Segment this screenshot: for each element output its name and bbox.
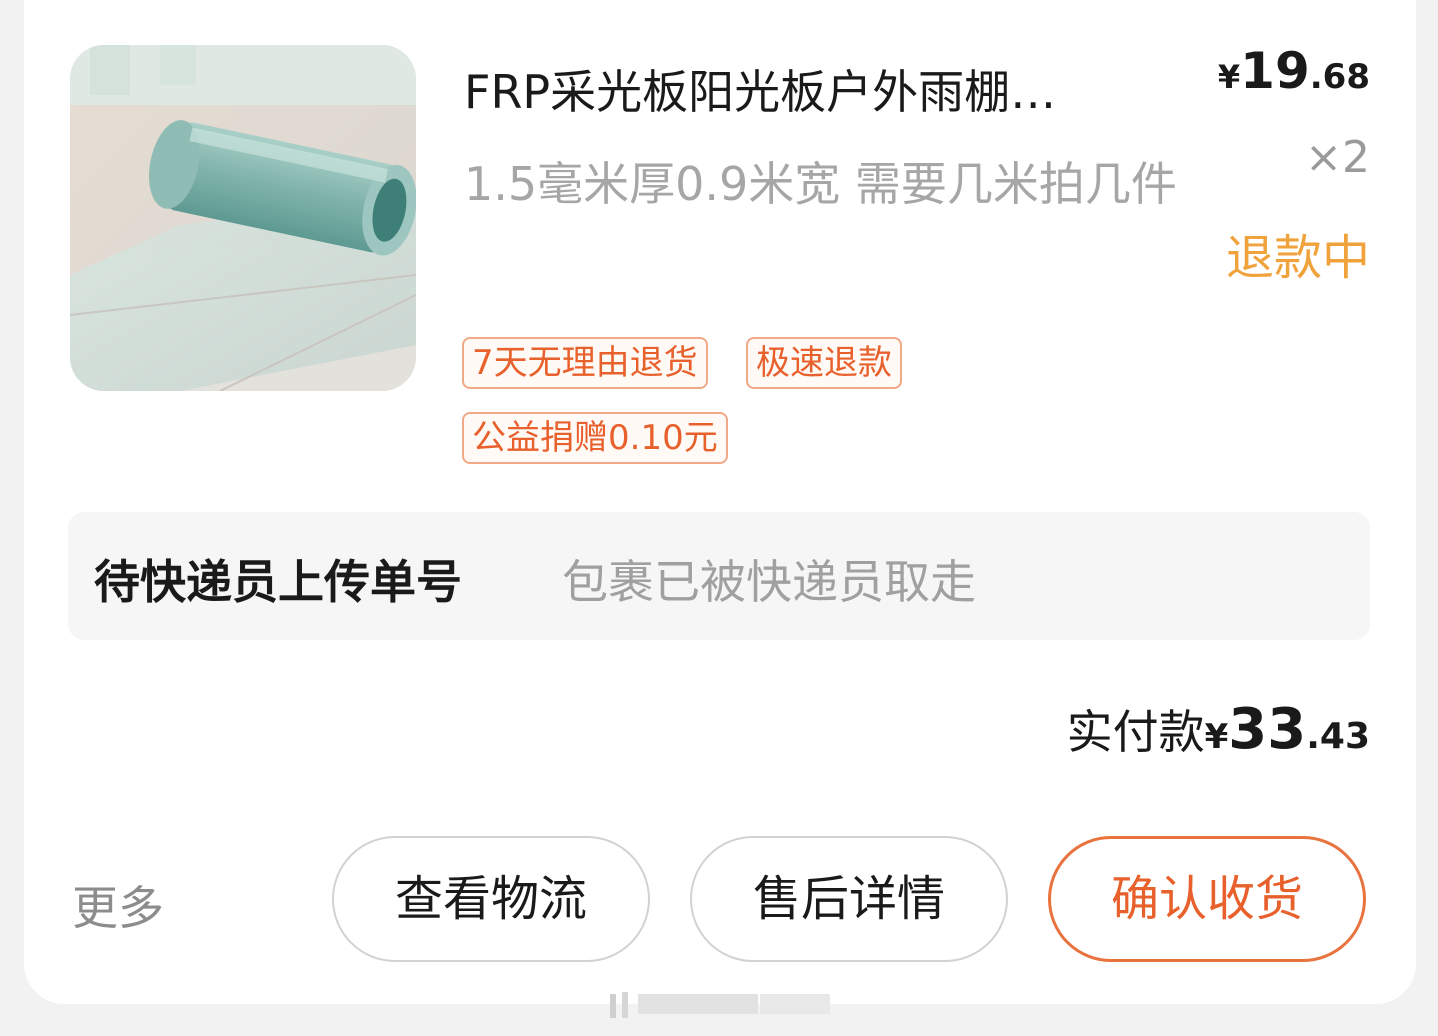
after-sales-details-button[interactable]: 售后详情 [690,836,1008,962]
product-image[interactable] [70,45,416,391]
more-button[interactable]: 更多 [72,872,164,938]
tag-fast-refund: 极速退款 [746,337,902,389]
amount-paid: 实付款¥33.43 [1067,696,1370,762]
horizontal-scroll-indicator [610,992,830,1018]
quantity: ×2 [1305,132,1370,183]
refund-status: 退款中 [1225,230,1370,286]
logistics-panel[interactable]: 待快递员上传单号 包裹已被快递员取走 [68,512,1370,640]
amount-paid-currency-symbol: ¥ [1204,717,1229,757]
price-decimal: .68 [1309,57,1370,97]
product-spec: 1.5毫米厚0.9米宽 需要几米拍几件 [464,157,1177,211]
product-title[interactable]: FRP采光板阳光板户外雨棚… [464,60,1164,124]
tag-7-day-return: 7天无理由退货 [462,337,708,389]
price-integer: 19 [1240,42,1310,100]
amount-paid-label: 实付款 [1066,705,1205,759]
confirm-receipt-button[interactable]: 确认收货 [1048,836,1366,962]
unit-price: ¥19.68 [1218,42,1370,100]
tag-charity-donation: 公益捐赠0.10元 [462,412,728,464]
product-roll-image [70,45,416,391]
price-currency-symbol: ¥ [1217,58,1241,96]
amount-paid-integer: 33 [1228,697,1307,762]
amount-paid-decimal: .43 [1306,716,1370,757]
view-logistics-button[interactable]: 查看物流 [332,836,650,962]
logistics-status: 待快递员上传单号 [94,555,462,609]
order-card: FRP采光板阳光板户外雨棚… 1.5毫米厚0.9米宽 需要几米拍几件 ¥19.6… [24,0,1416,1004]
logistics-detail: 包裹已被快递员取走 [562,555,976,609]
